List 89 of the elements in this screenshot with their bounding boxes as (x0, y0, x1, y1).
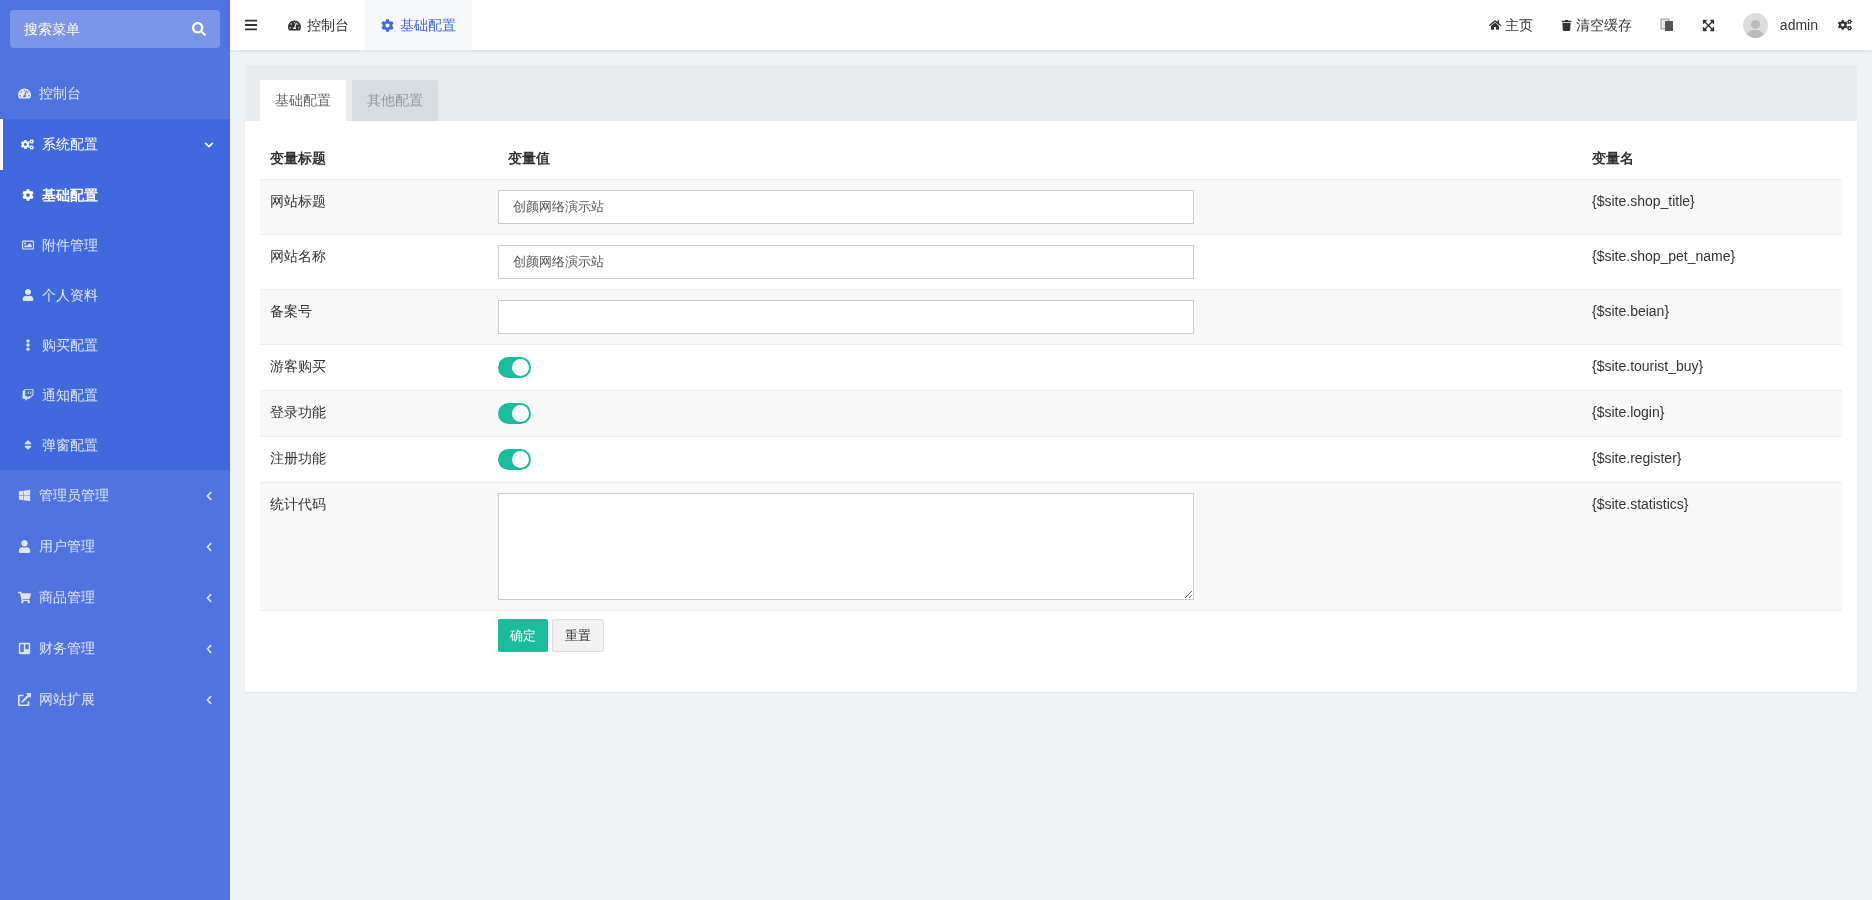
user-icon (18, 540, 31, 553)
link-label: 主页 (1504, 15, 1533, 35)
link-label: 清空缓存 (1575, 15, 1632, 35)
search-field[interactable]: 搜索菜单 (10, 10, 220, 48)
trash-icon (1560, 19, 1572, 31)
windows-icon (18, 489, 31, 502)
code-textarea[interactable] (498, 493, 1194, 600)
avatar-icon[interactable] (1742, 12, 1768, 38)
field-label: 注册功能 (269, 449, 327, 468)
menu-label: 网站扩展 (39, 690, 96, 709)
chevron-left-icon (204, 643, 214, 654)
chat-icon (22, 389, 34, 401)
submenu-label: 附件管理 (42, 235, 98, 255)
chevron-left-icon (204, 694, 214, 705)
user-name[interactable]: admin (1779, 14, 1818, 36)
field-label: 登录功能 (269, 403, 327, 422)
gears-icon (21, 138, 34, 151)
dashboard-icon (18, 87, 31, 100)
external-link-icon (18, 693, 31, 706)
input-field[interactable]: 创颜网络演示站 (498, 245, 1194, 279)
chevron-left-icon (204, 490, 214, 501)
submenu-item[interactable]: 个人资料 (0, 270, 230, 320)
input-field[interactable] (498, 300, 1194, 334)
image-file-icon (22, 239, 34, 251)
sort-icon (22, 439, 34, 451)
menu-item[interactable]: 商品管理 (0, 572, 230, 623)
menu-item[interactable]: 系统配置 (0, 119, 230, 170)
gear-icon (22, 189, 34, 201)
variable-name: {$site.beian} (1591, 302, 1671, 321)
toggle-switch[interactable] (498, 357, 531, 378)
translate-icon[interactable] (1659, 18, 1674, 32)
toggle-switch[interactable] (498, 403, 531, 424)
menu-item[interactable]: 网站扩展 (0, 674, 230, 725)
toggle-switch[interactable] (498, 449, 531, 470)
chevron-left-icon (204, 541, 214, 552)
input-field[interactable]: 创颜网络演示站 (498, 190, 1194, 224)
variable-name: {$site.statistics} (1591, 495, 1690, 514)
menu-label: 管理员管理 (39, 486, 110, 505)
menu-item[interactable]: 财务管理 (0, 623, 230, 674)
menu-label: 系统配置 (42, 135, 99, 154)
menu-item[interactable]: 用户管理 (0, 521, 230, 572)
submenu-item[interactable]: 附件管理 (0, 220, 230, 270)
submenu-item[interactable]: 购买配置 (0, 320, 230, 370)
chevron-left-icon (204, 592, 214, 603)
submenu-item[interactable]: 通知配置 (0, 370, 230, 420)
variable-name: {$site.shop_title} (1591, 192, 1696, 211)
config-tab[interactable]: 其他配置 (352, 80, 438, 121)
field-label: 网站名称 (269, 247, 327, 266)
column-header: 变量值 (507, 148, 551, 168)
gear-icon (381, 18, 394, 32)
reset-button[interactable]: 重置 (552, 619, 604, 652)
search-icon[interactable] (192, 22, 206, 36)
submenu-label: 个人资料 (42, 285, 98, 305)
variable-name: {$site.register} (1591, 449, 1683, 468)
home-icon (1488, 19, 1501, 31)
submenu-label: 基础配置 (42, 185, 98, 205)
menu-label: 控制台 (39, 84, 82, 103)
field-label: 游客购买 (269, 357, 327, 376)
submenu-label: 购买配置 (42, 335, 98, 355)
submenu-item[interactable]: 基础配置 (0, 170, 230, 220)
field-label: 网站标题 (269, 192, 327, 211)
top-link[interactable]: 主页 (1488, 14, 1533, 36)
column-header: 变量标题 (269, 148, 327, 168)
gears-icon[interactable] (1838, 18, 1852, 32)
menu-label: 财务管理 (39, 639, 96, 658)
field-label: 备案号 (269, 302, 313, 321)
config-tab[interactable]: 基础配置 (260, 80, 346, 121)
user-icon (22, 289, 34, 301)
cart-icon (18, 591, 31, 604)
column-header: 变量名 (1591, 148, 1635, 168)
submenu-item[interactable]: 弹窗配置 (0, 420, 230, 470)
menu-label: 商品管理 (39, 588, 96, 607)
menu-item[interactable]: 控制台 (0, 68, 230, 119)
confirm-button[interactable]: 确定 (498, 619, 548, 652)
submenu-label: 通知配置 (42, 385, 98, 405)
variable-name: {$site.tourist_buy} (1591, 357, 1705, 376)
submenu-label: 弹窗配置 (42, 435, 98, 455)
menu-label: 用户管理 (39, 537, 96, 556)
menu-item[interactable]: 管理员管理 (0, 470, 230, 521)
page-tab[interactable]: 控制台 (272, 0, 365, 50)
variable-name: {$site.login} (1591, 403, 1666, 422)
chevron-down-icon (204, 139, 214, 150)
top-link[interactable]: 清空缓存 (1560, 14, 1632, 36)
fullscreen-icon[interactable] (1701, 18, 1715, 32)
field-label: 统计代码 (269, 495, 327, 514)
variable-name: {$site.shop_pet_name} (1591, 247, 1737, 266)
board-icon (18, 642, 31, 655)
dashboard-icon (288, 18, 301, 32)
page-tab[interactable]: 基础配置 (365, 0, 472, 50)
